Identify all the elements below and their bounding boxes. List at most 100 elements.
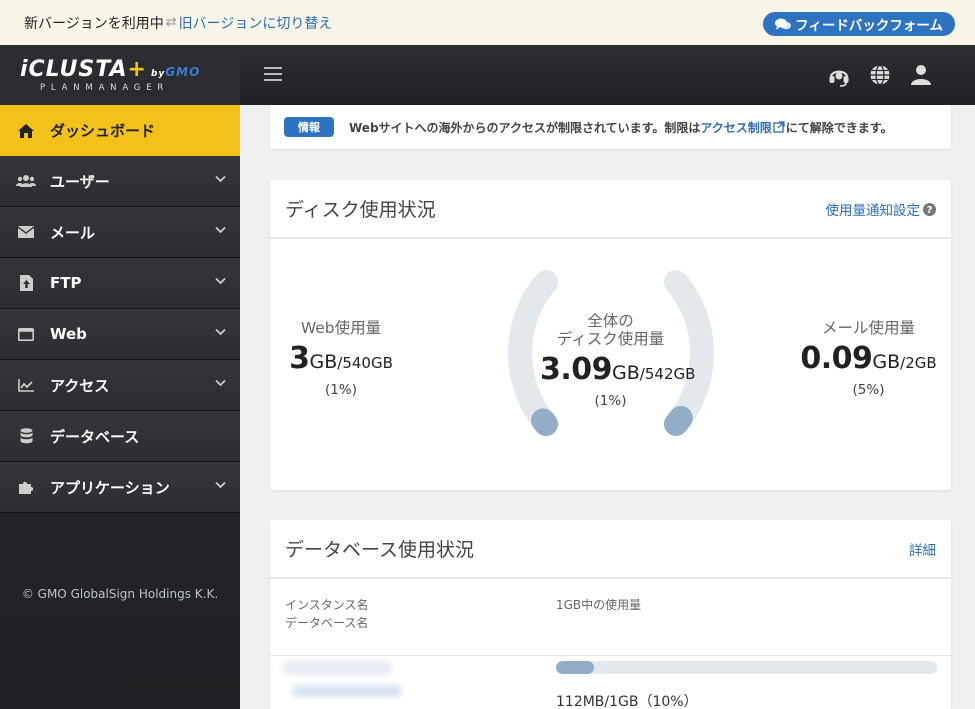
redacted-database-name <box>292 685 402 697</box>
logo-brand-text: iCLUSTA <box>20 57 128 82</box>
envelope-icon <box>16 226 36 238</box>
usage-notification-settings-link[interactable]: 使用量通知設定 ? <box>825 199 936 219</box>
database-card-title: データベース使用状況 <box>285 539 475 561</box>
swap-icon: ⇄ <box>165 15 177 30</box>
database-card-header: データベース使用状況 詳細 <box>270 520 951 579</box>
file-upload-icon <box>16 275 36 291</box>
sidebar-item-mail[interactable]: メール <box>0 207 240 258</box>
column-usage: 1GB中の使用量 <box>556 598 642 612</box>
gauge-left-fill <box>531 408 558 436</box>
info-badge: 情報 <box>284 117 334 137</box>
logo-gmo: GMO <box>165 65 201 79</box>
web-usage-unit: GB <box>309 351 338 373</box>
logo-subtitle: PLANMANAGER <box>40 83 170 93</box>
chevron-down-icon <box>215 226 226 234</box>
disk-card-header: ディスク使用状況 使用量通知設定 ? <box>270 180 951 239</box>
mail-usage-percent: (5%) <box>852 382 885 398</box>
web-usage-label: Web使用量 <box>300 319 382 337</box>
database-usage-bar-fill <box>556 661 595 674</box>
sidebar-item-label: Web <box>50 325 87 343</box>
web-usage-stat: Web使用量 3GB/540GB (1%) <box>270 319 412 398</box>
usage-notification-settings-label: 使用量通知設定 <box>825 203 921 219</box>
database-detail-link[interactable]: 詳細 <box>909 539 936 559</box>
total-disk-total: /542GB <box>639 365 696 383</box>
total-disk-number: 3.09 <box>540 352 613 387</box>
feedback-form-label: フィードバックフォーム <box>795 18 943 34</box>
web-usage-percent: (1%) <box>325 382 357 398</box>
sidebar-item-label: アクセス <box>50 376 110 395</box>
sidebar-item-users[interactable]: ユーザー <box>0 156 240 207</box>
info-notice-card: 情報 Webサイトへの海外からのアクセスが制限されています。制限は アクセス制限… <box>270 105 951 149</box>
web-usage-number: 3 <box>289 341 310 376</box>
sidebar-item-ftp[interactable]: FTP <box>0 258 240 309</box>
mail-usage-stat: メール使用量 0.09GB/2GB (5%) <box>798 319 939 398</box>
chevron-down-icon <box>215 277 226 285</box>
info-text-before: Webサイトへの海外からのアクセスが制限されています。制限は <box>349 120 701 135</box>
home-icon <box>16 123 36 139</box>
disk-card-title: ディスク使用状況 <box>285 199 436 221</box>
sidebar: iCLUSTA+ byGMO PLANMANAGER ダッシュボード ユーザー メ… <box>0 45 240 709</box>
top-header <box>240 45 975 105</box>
database-table-header: インスタンス名 データベース名 1GB中の使用量 <box>270 579 951 656</box>
web-usage-value: 3GB/540GB <box>270 341 412 376</box>
disk-usage-card: ディスク使用状況 使用量通知設定 ? Web使用量 3GB/540GB (1%)… <box>270 180 951 490</box>
sidebar-item-label: ダッシュボード <box>50 122 156 140</box>
puzzle-icon <box>16 479 36 495</box>
web-usage-total: /540GB <box>337 354 393 372</box>
column-instance-name: インスタンス名 <box>285 598 369 612</box>
database-usage-bar <box>556 661 937 674</box>
hamburger-menu-icon[interactable] <box>264 67 282 81</box>
iclusta-logo[interactable]: iCLUSTA+ byGMO PLANMANAGER <box>0 45 240 105</box>
access-restriction-link[interactable]: アクセス制限 <box>700 119 771 136</box>
sidebar-item-web[interactable]: Web <box>0 309 240 360</box>
sidebar-item-database[interactable]: データベース <box>0 411 240 462</box>
feedback-form-button[interactable]: フィードバックフォーム <box>763 12 955 36</box>
sidebar-item-applications[interactable]: アプリケーション <box>0 462 240 513</box>
logo-plus-icon: + <box>127 57 147 82</box>
browser-window-icon <box>16 327 36 341</box>
mail-usage-unit: GB <box>872 351 901 373</box>
version-notice-text: 新バージョンを利用中 <box>24 15 164 32</box>
globe-language-icon[interactable] <box>869 64 891 86</box>
svg-text:?: ? <box>927 205 933 216</box>
sidebar-item-label: ユーザー <box>50 172 110 191</box>
mail-usage-total: /2GB <box>900 354 937 372</box>
switch-old-version-link[interactable]: 旧バージョンに切り替え <box>179 13 333 33</box>
copyright-text: © GMO GlobalSign Holdings K.K. <box>21 587 219 601</box>
sidebar-item-access[interactable]: アクセス <box>0 360 240 411</box>
line-chart-icon <box>16 378 36 392</box>
logo-by: by <box>150 69 166 79</box>
chevron-down-icon <box>215 175 226 183</box>
help-question-icon: ? <box>923 202 936 216</box>
sidebar-item-label: データベース <box>50 427 140 446</box>
total-disk-unit: GB <box>612 362 640 384</box>
headset-support-icon[interactable] <box>827 64 851 88</box>
users-icon <box>16 174 36 188</box>
total-disk-usage-stat: 全体の ディスク使用量 3.09GB/542GB (1%) <box>540 312 695 409</box>
logo-by-gmo: byGMO <box>150 65 200 79</box>
database-name-columns: インスタンス名 データベース名 <box>285 596 369 632</box>
chevron-down-icon <box>215 328 226 336</box>
sidebar-item-label: FTP <box>50 274 82 292</box>
total-disk-value: 3.09GB/542GB <box>540 352 695 387</box>
info-text-after: にて解除できます。 <box>785 120 893 135</box>
database-icon <box>16 428 36 444</box>
mail-usage-label: メール使用量 <box>821 319 915 337</box>
user-account-icon[interactable] <box>910 64 932 86</box>
logo-brand: iCLUSTA+ byGMO <box>20 57 240 82</box>
mail-usage-number: 0.09 <box>800 341 873 376</box>
info-message: Webサイトへの海外からのアクセスが制限されています。制限は アクセス制限 にて… <box>349 119 893 136</box>
mail-usage-value: 0.09GB/2GB <box>798 341 939 376</box>
total-disk-percent: (1%) <box>594 393 627 409</box>
total-disk-label-line2: ディスク使用量 <box>556 330 665 348</box>
database-usage-card: データベース使用状況 詳細 インスタンス名 データベース名 1GB中の使用量 1… <box>270 520 951 709</box>
external-link-icon <box>773 121 785 133</box>
redacted-instance-name <box>282 661 392 675</box>
sidebar-item-label: アプリケーション <box>50 478 170 497</box>
sidebar-item-dashboard[interactable]: ダッシュボード <box>0 105 240 156</box>
chevron-down-icon <box>215 379 226 387</box>
database-usage-text: 112MB/1GB（10%） <box>556 694 698 709</box>
total-disk-label-line1: 全体の <box>587 312 634 330</box>
chevron-down-icon <box>215 481 226 489</box>
sidebar-item-label: メール <box>50 223 96 242</box>
